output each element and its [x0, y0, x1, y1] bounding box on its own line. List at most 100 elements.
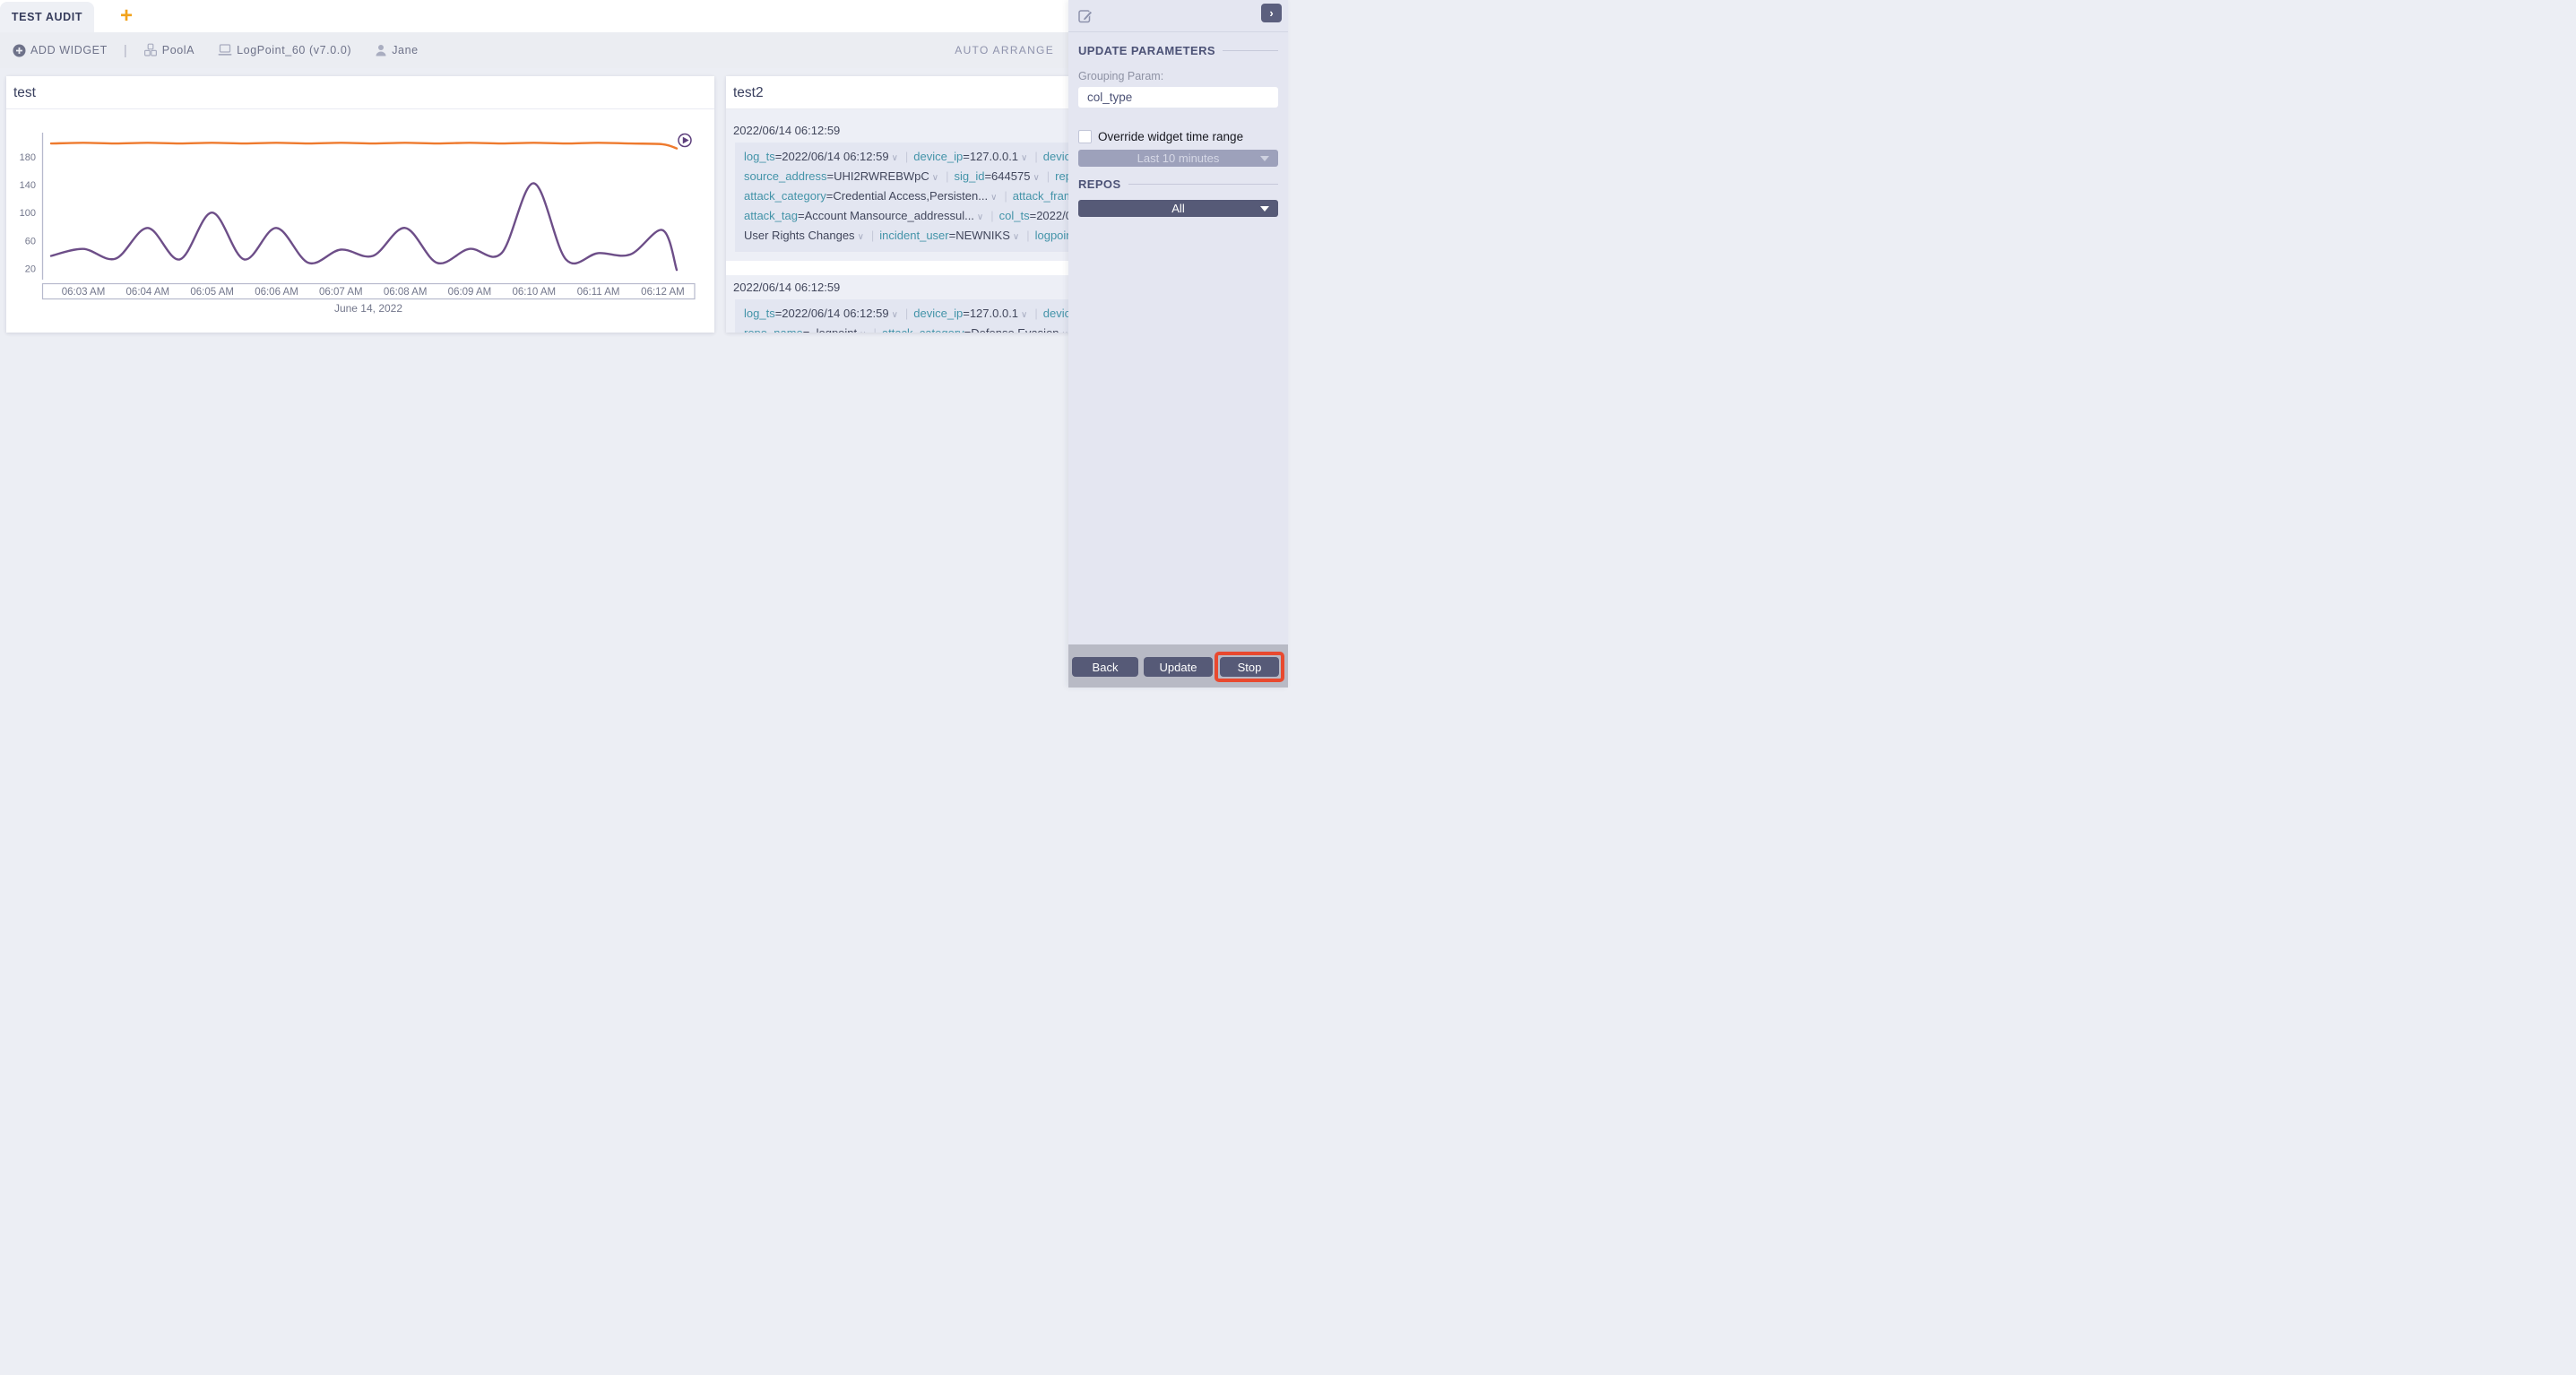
chevron-down-icon[interactable]: ∨	[892, 310, 898, 320]
collapse-panel-button[interactable]: ›	[1261, 4, 1282, 22]
x-tick-label: 06:05 AM	[190, 287, 234, 298]
log-line: repo_name=_logpoint∨|attack_category=Def…	[744, 324, 1111, 333]
log-key: incident_user	[879, 229, 948, 242]
y-axis-label: 180	[20, 152, 36, 163]
x-tick-label: 06:06 AM	[255, 287, 298, 298]
log-value: =127.0.0.1	[963, 150, 1018, 163]
pool-chip[interactable]: PoolA	[143, 43, 194, 57]
instance-label: LogPoint_60 (v7.0.0)	[237, 44, 351, 56]
pipe-separator: |	[873, 326, 876, 333]
log-value: =NEWNIKS	[949, 229, 1010, 242]
log-key: device_ip	[913, 307, 963, 320]
log-value: =Credential Access,Persisten...	[826, 189, 988, 203]
update-button[interactable]: Update	[1144, 657, 1213, 677]
x-tick-label: 06:04 AM	[126, 287, 170, 298]
dashboard-toolbar: ADD WIDGET | PoolA LogPoint_60 (v7.0.0) …	[0, 32, 1068, 68]
pipe-separator: |	[905, 307, 908, 320]
log-entry: 2022/06/14 06:12:59log_ts=2022/06/14 06:…	[726, 109, 1111, 261]
log-line: User Rights Changes∨|incident_user=NEWNI…	[744, 227, 1111, 246]
chevron-right-icon: ›	[1269, 6, 1273, 20]
repos-heading: REPOS	[1078, 177, 1278, 191]
stop-button[interactable]: Stop	[1220, 657, 1279, 677]
update-parameters-heading: UPDATE PARAMETERS	[1078, 44, 1278, 57]
caret-down-icon	[1260, 156, 1269, 161]
log-value: =Account Mansource_addressul...	[798, 209, 974, 222]
x-tick-label: 06:09 AM	[448, 287, 492, 298]
log-line: source_address=UHI2RWREBWpC∨|sig_id=6445…	[744, 168, 1111, 187]
series-purple-line	[51, 183, 677, 270]
pipe-separator: |	[1004, 189, 1007, 203]
stop-highlight: Stop	[1215, 652, 1284, 682]
sidebar-top-bar: ›	[1068, 0, 1288, 32]
grouping-param-label: Grouping Param:	[1078, 70, 1278, 82]
log-key: device_ip	[913, 150, 963, 163]
log-value: =2022/06/14 06:12:59	[775, 307, 889, 320]
log-key: attack_category	[744, 189, 826, 203]
x-tick-label: 06:07 AM	[319, 287, 363, 298]
log-value: =127.0.0.1	[963, 307, 1018, 320]
chevron-down-icon[interactable]: ∨	[1033, 173, 1039, 183]
chevron-down-icon[interactable]: ∨	[1021, 153, 1027, 163]
grouping-param-input[interactable]	[1078, 87, 1278, 108]
instance-chip[interactable]: LogPoint_60 (v7.0.0)	[218, 44, 351, 56]
widget-test-title: test	[13, 85, 36, 101]
chevron-down-icon[interactable]: ∨	[858, 232, 864, 242]
log-key: attack_tag	[744, 209, 798, 222]
user-label: Jane	[392, 44, 419, 56]
chevron-down-icon[interactable]: ∨	[977, 212, 983, 222]
log-key: attack_category	[882, 326, 964, 333]
chevron-down-icon[interactable]: ∨	[990, 193, 997, 203]
log-key: repo_name	[744, 326, 803, 333]
log-key: col_ts	[999, 209, 1030, 222]
log-line: attack_category=Credential Access,Persis…	[744, 187, 1111, 207]
widget-test2: test2 2022/06/14 06:12:59log_ts=2022/06/…	[726, 76, 1111, 333]
log-value: =2022/06/14 06:12:59	[775, 150, 889, 163]
update-parameters-panel: › UPDATE PARAMETERS Grouping Param: Over…	[1068, 0, 1288, 688]
x-tick-label: 06:11 AM	[577, 287, 620, 298]
heading-rule	[1223, 50, 1278, 51]
add-tab-button[interactable]: +	[115, 3, 138, 30]
time-range-value: Last 10 minutes	[1137, 151, 1220, 165]
edit-icon[interactable]	[1078, 8, 1094, 23]
x-tick-label: 06:12 AM	[641, 287, 685, 298]
log-line: log_ts=2022/06/14 06:12:59∨|device_ip=12…	[744, 305, 1111, 324]
tab-test-audit[interactable]: TEST AUDIT	[0, 2, 94, 32]
tab-label: TEST AUDIT	[12, 11, 82, 23]
widget-test: test 206010014018006:03 AM06:04 AM06:05 …	[6, 76, 714, 333]
pool-cubes-icon	[143, 43, 158, 57]
chevron-down-icon[interactable]: ∨	[1021, 310, 1027, 320]
timechart: 206010014018006:03 AM06:04 AM06:05 AM06:…	[6, 109, 714, 333]
y-axis-label: 20	[25, 264, 36, 275]
x-tick-label: 06:03 AM	[62, 287, 106, 298]
repos-dropdown[interactable]: All	[1078, 200, 1278, 217]
y-axis-label: 140	[20, 180, 36, 191]
user-chip[interactable]: Jane	[375, 44, 419, 56]
log-kv-box: log_ts=2022/06/14 06:12:59∨|device_ip=12…	[735, 143, 1111, 252]
chevron-down-icon[interactable]: ∨	[860, 330, 866, 333]
y-axis-label: 100	[20, 208, 36, 219]
pipe-separator: |	[1047, 169, 1050, 183]
add-widget-button[interactable]: ADD WIDGET	[13, 44, 108, 57]
chevron-down-icon[interactable]: ∨	[932, 173, 938, 183]
series-orange-line	[51, 143, 677, 148]
back-button[interactable]: Back	[1072, 657, 1138, 677]
time-range-dropdown[interactable]: Last 10 minutes	[1078, 150, 1278, 167]
pipe-separator: |	[1034, 150, 1037, 163]
override-time-range-checkbox[interactable]	[1078, 130, 1092, 143]
chevron-down-icon[interactable]: ∨	[892, 153, 898, 163]
override-time-range-label: Override widget time range	[1098, 130, 1243, 143]
log-value: =UHI2RWREBWpC	[827, 169, 929, 183]
plus-circle-icon	[13, 44, 26, 57]
chevron-down-icon[interactable]: ∨	[1062, 330, 1068, 333]
axis-caption: June 14, 2022	[334, 302, 402, 315]
auto-arrange-button[interactable]: AUTO ARRANGE	[955, 44, 1054, 56]
plus-icon: +	[120, 4, 133, 29]
pool-label: PoolA	[162, 44, 194, 56]
sidebar-footer: Back Update Stop	[1068, 644, 1288, 688]
play-button[interactable]	[679, 134, 691, 147]
repos-value: All	[1171, 202, 1184, 215]
log-value: =Defense Evasion	[964, 326, 1059, 333]
chevron-down-icon[interactable]: ∨	[1013, 232, 1019, 242]
log-key: source_address	[744, 169, 827, 183]
widget-test2-title: test2	[733, 85, 764, 101]
